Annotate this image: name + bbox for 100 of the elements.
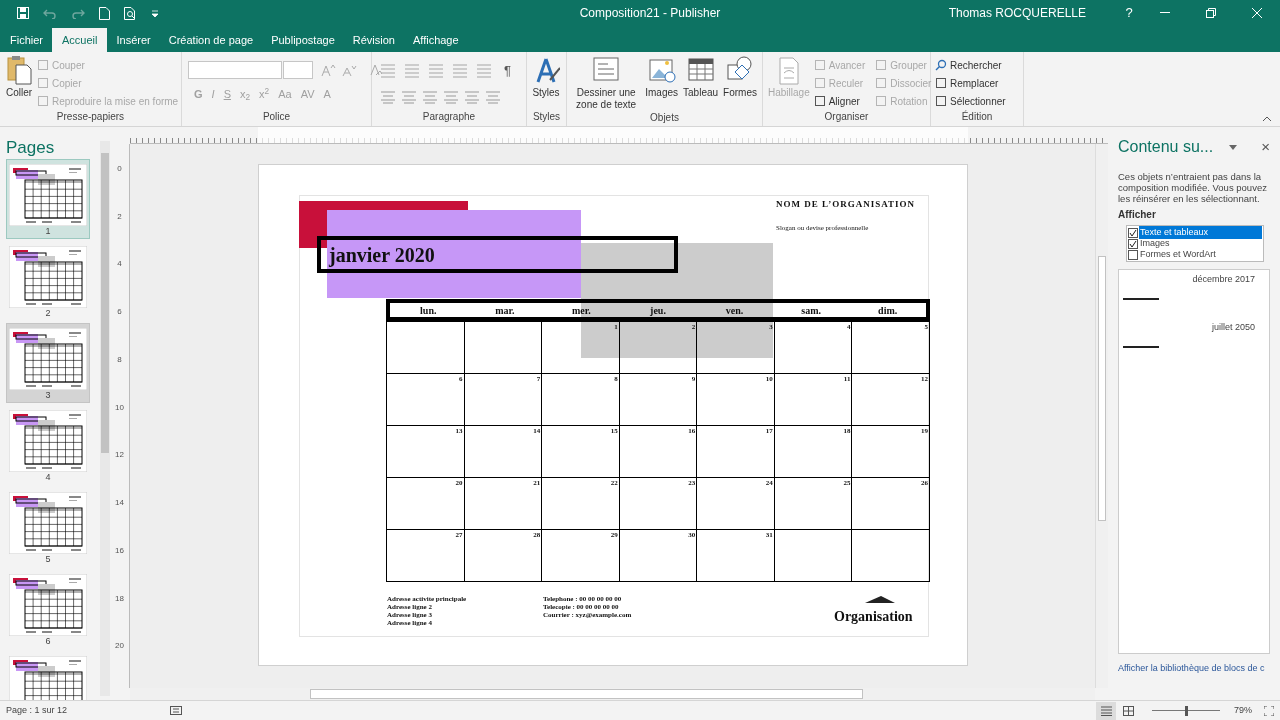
ribbon-tab[interactable]: Fichier: [1, 28, 52, 52]
group-label: Édition: [960, 110, 994, 124]
fit-page-icon[interactable]: [1264, 705, 1274, 716]
bullets-icon[interactable]: [380, 62, 396, 79]
weekday-label: sam.: [800, 304, 822, 318]
scrollbar[interactable]: [100, 141, 110, 696]
ribbon-button[interactable]: Styles: [531, 55, 561, 99]
group-label: Presse-papiers: [55, 110, 126, 124]
pane-title: Contenu su...: [1118, 137, 1215, 157]
square-icon: [813, 59, 826, 71]
ruler-number: 2: [117, 210, 122, 223]
collapse-ribbon-icon[interactable]: [1262, 116, 1272, 122]
ribbon-button[interactable]: Dessiner une zone de texte: [571, 55, 642, 111]
ribbon-tab[interactable]: Affichage: [403, 28, 468, 52]
group-label: Objets: [649, 111, 680, 125]
ribbon-button[interactable]: Rechercher: [935, 56, 1006, 74]
minimize-icon: [1160, 12, 1170, 14]
weekday-label: mer.: [571, 304, 592, 318]
organization-name: NOM DE L’ORGANISATION: [776, 198, 915, 211]
zoom-level: 79%: [1234, 703, 1253, 717]
ruler-number: 10: [115, 401, 124, 414]
square-icon: [37, 95, 49, 107]
checkbox[interactable]: [1128, 238, 1138, 249]
ribbon-button[interactable]: Sélectionner: [935, 92, 1006, 110]
grow-font-icon[interactable]: [320, 63, 336, 77]
text-direction-icon[interactable]: [485, 89, 501, 104]
ruler-number: 8: [117, 353, 122, 366]
ribbon-tab[interactable]: Publipostage: [262, 28, 344, 52]
square-icon: [935, 77, 947, 89]
align-left-icon[interactable]: [380, 89, 396, 104]
ribbon-button[interactable]: Aligner: [813, 92, 866, 110]
print-preview-icon[interactable]: [124, 6, 137, 20]
ruler-number: 4: [117, 258, 122, 271]
ribbon-button[interactable]: Images: [644, 55, 680, 99]
checkbox[interactable]: [1128, 227, 1138, 238]
line-spacing-icon[interactable]: [476, 62, 492, 79]
logo-mark-icon: [865, 596, 895, 604]
new-document-icon[interactable]: [99, 6, 110, 20]
restore-icon: [1206, 8, 1216, 18]
single-page-view-button[interactable]: [1096, 701, 1116, 720]
close-button[interactable]: ×: [1261, 135, 1270, 159]
ruler-number: 20: [115, 640, 124, 653]
clipboard-icon: [5, 56, 33, 86]
weekday-label: ven.: [724, 304, 745, 318]
justify-icon[interactable]: [443, 89, 459, 104]
filter-option[interactable]: Formes et WordArt: [1128, 249, 1262, 260]
picture-icon: [647, 56, 676, 86]
content-item[interactable]: juillet 2050: [1119, 318, 1269, 366]
square-icon: [935, 95, 947, 107]
group-label: Paragraphe: [421, 110, 477, 124]
align-right-icon[interactable]: [422, 89, 438, 104]
group-label: Organiser: [823, 110, 870, 124]
help-button[interactable]: ?: [1116, 3, 1142, 23]
clear-format-icon[interactable]: [368, 63, 382, 77]
ribbon-tab[interactable]: Révision: [343, 28, 404, 52]
logo-text: Organisation: [834, 608, 913, 626]
decrease-indent-icon[interactable]: [428, 62, 444, 79]
month-title: janvier 2020: [317, 236, 678, 273]
page-thumbnail[interactable]: 1: [6, 159, 90, 239]
weekday-label: jeu.: [649, 304, 667, 318]
increase-indent-icon[interactable]: [452, 62, 468, 79]
align-center-icon[interactable]: [401, 89, 417, 104]
undo-icon[interactable]: [43, 7, 57, 19]
weekday-label: dim.: [877, 304, 899, 318]
page-thumbnail[interactable]: 5: [6, 487, 90, 567]
ribbon-button[interactable]: Coller: [4, 55, 34, 99]
dropdown-icon[interactable]: [1229, 144, 1238, 150]
grid-icon: [1122, 705, 1134, 716]
save-icon[interactable]: [17, 7, 29, 19]
library-link[interactable]: Afficher la bibliothèque de blocs de c: [1118, 662, 1270, 676]
pilcrow-button[interactable]: ¶: [504, 61, 511, 81]
square-icon: [37, 59, 49, 71]
square-icon: [875, 95, 888, 107]
ribbon-button[interactable]: Formes: [722, 55, 758, 99]
content-item[interactable]: décembre 2017: [1119, 270, 1269, 318]
numbering-icon[interactable]: [404, 62, 420, 79]
ribbon-tab[interactable]: Insérer: [107, 28, 160, 52]
ribbon-button[interactable]: Remplacer: [935, 74, 1006, 92]
ruler-number: 16: [115, 544, 124, 557]
customize-caret-icon[interactable]: [151, 9, 159, 17]
page-thumbnail[interactable]: 4: [6, 405, 90, 485]
page-thumbnail[interactable]: 2: [6, 241, 90, 321]
zoom-slider[interactable]: [1152, 705, 1220, 716]
page-thumbnail[interactable]: 6: [6, 569, 90, 649]
shrink-font-icon[interactable]: [341, 63, 357, 77]
description-text: Ces objets n’entraient pas dans la composition modifiée. Vous pouvez les réinsérer en les sélectionnant.: [1118, 171, 1268, 204]
slider-thumb[interactable]: [1185, 705, 1188, 716]
close-icon: [1252, 8, 1262, 18]
redo-icon[interactable]: [71, 7, 85, 19]
ribbon-tab[interactable]: Création de page: [159, 28, 263, 52]
section-label: Afficher: [1118, 208, 1157, 222]
spacing-icon[interactable]: [464, 89, 480, 104]
page-thumbnail[interactable]: 3: [6, 323, 90, 403]
checkbox[interactable]: [1128, 249, 1138, 260]
window-title: Composition21 - Publisher: [578, 5, 722, 22]
macro-icon[interactable]: [170, 706, 182, 715]
ruler-number: 6: [117, 306, 122, 319]
ribbon-button[interactable]: Tableau: [682, 55, 720, 99]
ribbon-tab[interactable]: Accueil: [52, 28, 108, 52]
filter-option[interactable]: Images: [1128, 238, 1262, 249]
